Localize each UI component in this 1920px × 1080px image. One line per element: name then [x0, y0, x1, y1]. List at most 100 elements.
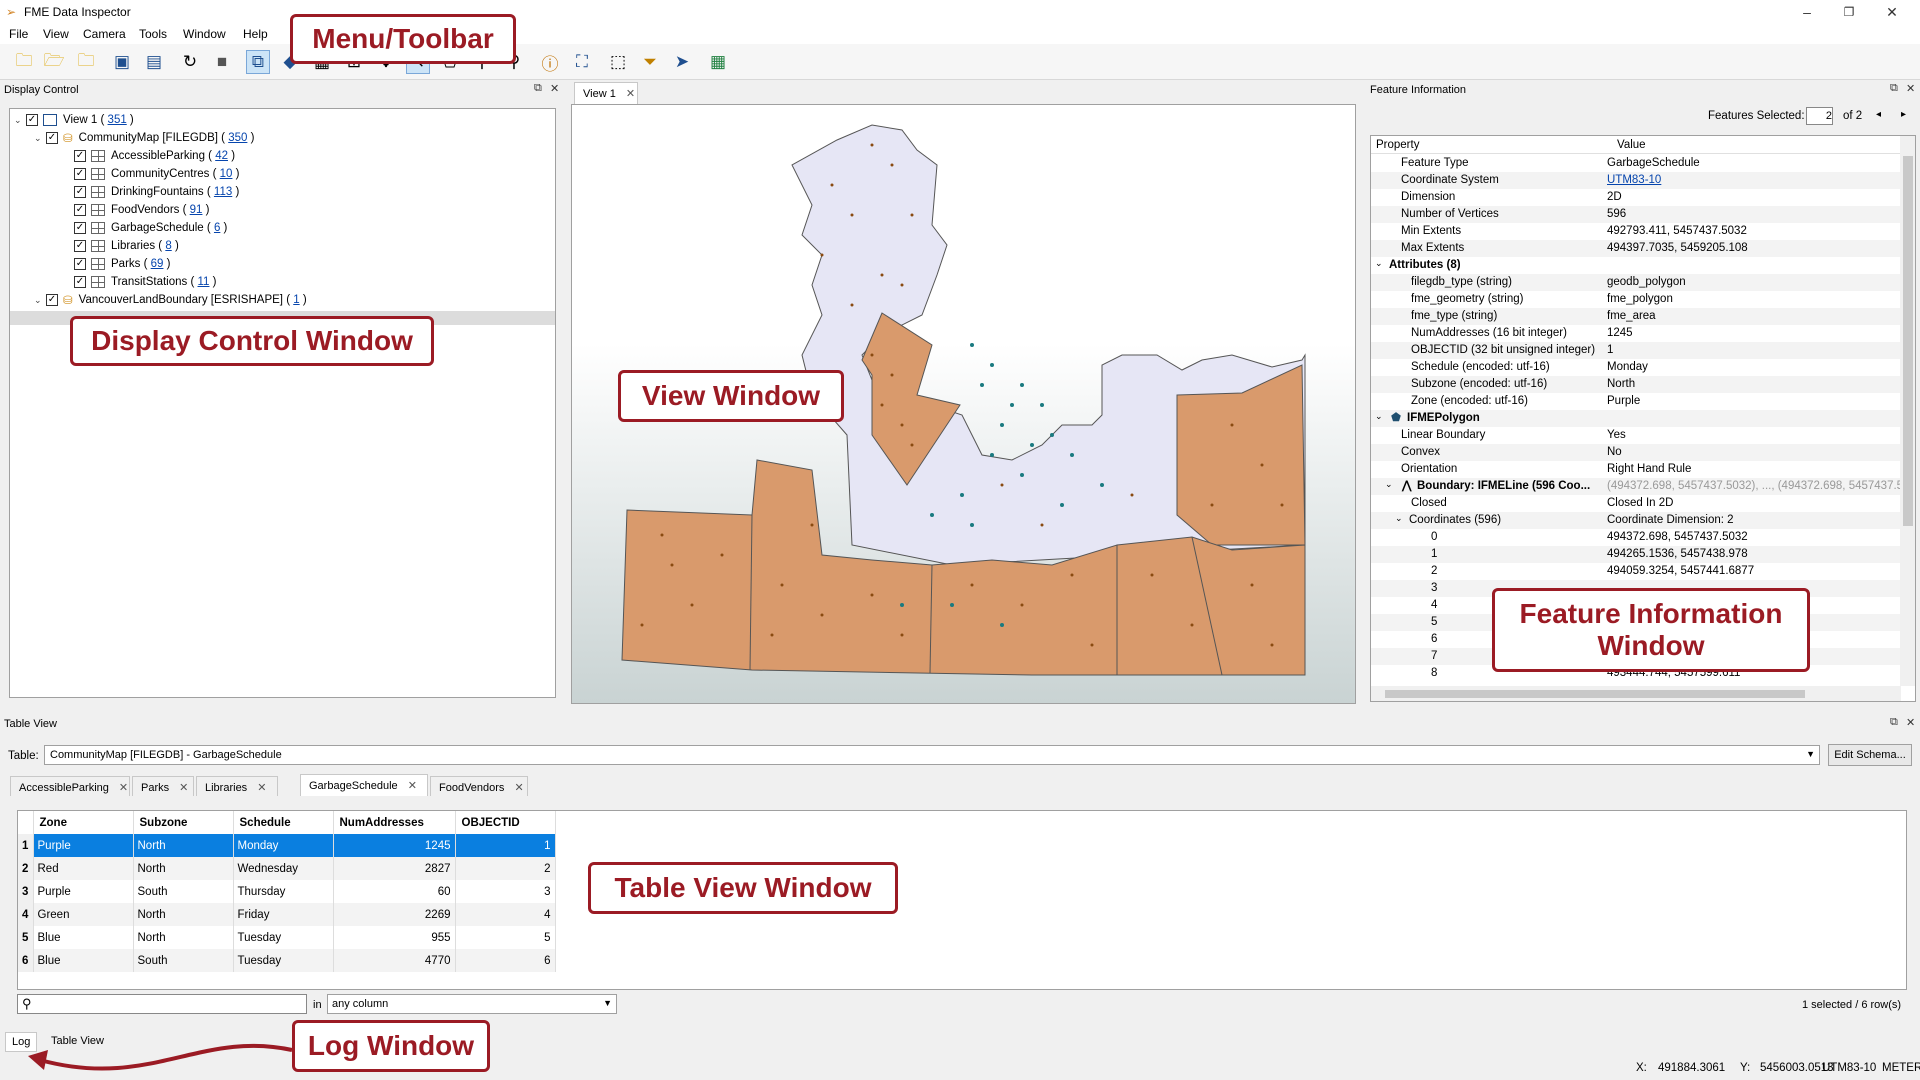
tree-row-layer[interactable]: ✓ Libraries ( 8 ): [74, 237, 179, 255]
save-as-icon[interactable]: ▤: [142, 50, 166, 74]
table-cell[interactable]: 955: [333, 926, 456, 949]
minimize-button[interactable]: –: [1787, 2, 1827, 22]
tree-row-layer[interactable]: ✓ GarbageSchedule ( 6 ): [74, 219, 227, 237]
column-header[interactable]: NumAddresses: [333, 811, 456, 834]
column-header[interactable]: OBJECTID: [455, 811, 556, 834]
row-number[interactable]: 6: [18, 949, 34, 972]
row-number[interactable]: 5: [18, 926, 34, 949]
add-dataset-icon[interactable]: 🗁: [42, 50, 66, 74]
feature-info-row[interactable]: Closed Closed In 2D: [1371, 495, 1901, 512]
tree-row-layer[interactable]: ✓ TransitStations ( 11 ): [74, 273, 217, 291]
close-panel-icon[interactable]: ✕: [1906, 82, 1915, 95]
features-selected-spinbox[interactable]: [1806, 107, 1833, 125]
table-cell[interactable]: 2827: [333, 857, 456, 880]
next-feature-icon[interactable]: ▸: [1901, 109, 1906, 120]
scrollbar-thumb[interactable]: [1903, 156, 1913, 526]
feature-info-row[interactable]: NumAddresses (16 bit integer) 1245: [1371, 325, 1901, 342]
filter-icon[interactable]: ⏷: [638, 50, 662, 74]
table-cell[interactable]: 1: [455, 834, 556, 857]
open-icon[interactable]: 🗀: [12, 50, 36, 74]
table-row[interactable]: 4 Green North Friday 2269 4: [18, 903, 556, 926]
feature-info-row[interactable]: Min Extents 492793.411, 5457437.5032: [1371, 223, 1901, 240]
table-cell[interactable]: Thursday: [233, 880, 334, 903]
feature-info-row[interactable]: Number of Vertices 596: [1371, 206, 1901, 223]
close-panel-icon[interactable]: ✕: [1906, 716, 1915, 729]
feature-info-vscrollbar[interactable]: [1900, 136, 1915, 686]
expand-icon[interactable]: ⌄: [1385, 479, 1393, 490]
feature-info-row[interactable]: 2 494059.3254, 5457441.6877: [1371, 563, 1901, 580]
feature-info-row[interactable]: filegdb_type (string) geodb_polygon: [1371, 274, 1901, 291]
tree-row-layer[interactable]: ✓ AccessibleParking ( 42 ): [74, 147, 235, 165]
table-row[interactable]: 5 Blue North Tuesday 955 5: [18, 926, 556, 949]
menu-help[interactable]: Help: [243, 27, 268, 41]
table-row[interactable]: 2 Red North Wednesday 2827 2: [18, 857, 556, 880]
tab-libraries[interactable]: Libraries ✕: [196, 776, 278, 796]
feature-info-row[interactable]: Dimension 2D: [1371, 189, 1901, 206]
table-cell[interactable]: Green: [33, 903, 134, 926]
feature-info-row[interactable]: Orientation Right Hand Rule: [1371, 461, 1901, 478]
table-cell[interactable]: Friday: [233, 903, 334, 926]
feature-info-row[interactable]: Linear Boundary Yes: [1371, 427, 1901, 444]
table-cell[interactable]: Monday: [233, 834, 334, 857]
feature-info-hscrollbar[interactable]: [1371, 686, 1901, 701]
column-header[interactable]: Schedule: [233, 811, 334, 834]
table-cell[interactable]: North: [133, 857, 234, 880]
expand-icon[interactable]: ⌄: [1375, 258, 1383, 269]
tree-row-dataset[interactable]: ⌄ ✓ ⛁ CommunityMap [FILEGDB] ( 350 ): [34, 129, 254, 147]
row-number[interactable]: 1: [18, 834, 34, 857]
table-cell[interactable]: Purple: [33, 880, 134, 903]
table-row[interactable]: 1 Purple North Monday 1245 1: [18, 834, 556, 857]
table-cell[interactable]: Wednesday: [233, 857, 334, 880]
table-cell[interactable]: 2: [455, 857, 556, 880]
close-button[interactable]: ✕: [1872, 2, 1912, 22]
table-cell[interactable]: Red: [33, 857, 134, 880]
scrollbar-thumb[interactable]: [1385, 690, 1805, 698]
feature-info-row[interactable]: Schedule (encoded: utf-16) Monday: [1371, 359, 1901, 376]
tab-parks[interactable]: Parks ✕: [132, 776, 194, 796]
folder-icon[interactable]: 🗀: [74, 50, 98, 74]
table-icon[interactable]: ▦: [706, 50, 730, 74]
close-tab-icon[interactable]: ✕: [626, 88, 635, 100]
table-cell[interactable]: 2269: [333, 903, 456, 926]
feature-info-row[interactable]: ⌄ Attributes (8): [1371, 257, 1901, 274]
column-header[interactable]: Zone: [33, 811, 134, 834]
table-cell[interactable]: South: [133, 880, 234, 903]
tab-view-1[interactable]: View 1 ✕: [574, 82, 638, 104]
feature-info-row[interactable]: Max Extents 494397.7035, 5459205.108: [1371, 240, 1901, 257]
feature-info-row[interactable]: ⌄ ⬟ IFMEPolygon: [1371, 410, 1901, 427]
edit-schema-button[interactable]: Edit Schema...: [1828, 744, 1912, 766]
inspect-icon[interactable]: ⓘ: [538, 50, 562, 74]
close-panel-icon[interactable]: ✕: [550, 82, 559, 95]
feature-info-row[interactable]: Coordinate System UTM83-10: [1371, 172, 1901, 189]
save-icon[interactable]: ▣: [110, 50, 134, 74]
feature-info-row[interactable]: fme_type (string) fme_area: [1371, 308, 1901, 325]
tab-accessibleparking[interactable]: AccessibleParking ✕: [10, 776, 130, 796]
float-icon[interactable]: ⧉: [1890, 82, 1898, 95]
table-cell[interactable]: Tuesday: [233, 949, 334, 972]
table-cell[interactable]: North: [133, 903, 234, 926]
tab-foodvendors[interactable]: FoodVendors ✕: [430, 776, 528, 796]
search-column-select[interactable]: any column ▼: [327, 994, 617, 1014]
tree-row-layer[interactable]: ✓ DrinkingFountains ( 113 ): [74, 183, 239, 201]
float-icon[interactable]: ⧉: [534, 82, 542, 95]
table-cell[interactable]: 1245: [333, 834, 456, 857]
tab-garbageschedule[interactable]: GarbageSchedule ✕: [300, 774, 428, 796]
table-row[interactable]: 6 Blue South Tuesday 4770 6: [18, 949, 556, 972]
menu-view[interactable]: View: [43, 27, 69, 41]
feature-info-row[interactable]: Zone (encoded: utf-16) Purple: [1371, 393, 1901, 410]
table-cell[interactable]: 6: [455, 949, 556, 972]
menu-camera[interactable]: Camera: [83, 27, 126, 41]
table-cell[interactable]: Blue: [33, 949, 134, 972]
row-number[interactable]: 3: [18, 880, 34, 903]
stop-icon[interactable]: ■: [210, 50, 234, 74]
feature-info-row[interactable]: 1 494265.1536, 5457438.978: [1371, 546, 1901, 563]
expand-icon[interactable]: ⌄: [1375, 411, 1383, 422]
feature-info-row[interactable]: Subzone (encoded: utf-16) North: [1371, 376, 1901, 393]
table-cell[interactable]: 4: [455, 903, 556, 926]
tree-row-layer[interactable]: ✓ CommunityCentres ( 10 ): [74, 165, 239, 183]
select-features-icon[interactable]: ⬚: [606, 50, 630, 74]
feature-info-row[interactable]: ⌄ ⋀ Boundary: IFMELine (596 Coo... (494372.…: [1371, 478, 1903, 495]
menu-file[interactable]: File: [9, 27, 28, 41]
table-cell[interactable]: 3: [455, 880, 556, 903]
feature-info-row[interactable]: 0 494372.698, 5457437.5032: [1371, 529, 1901, 546]
